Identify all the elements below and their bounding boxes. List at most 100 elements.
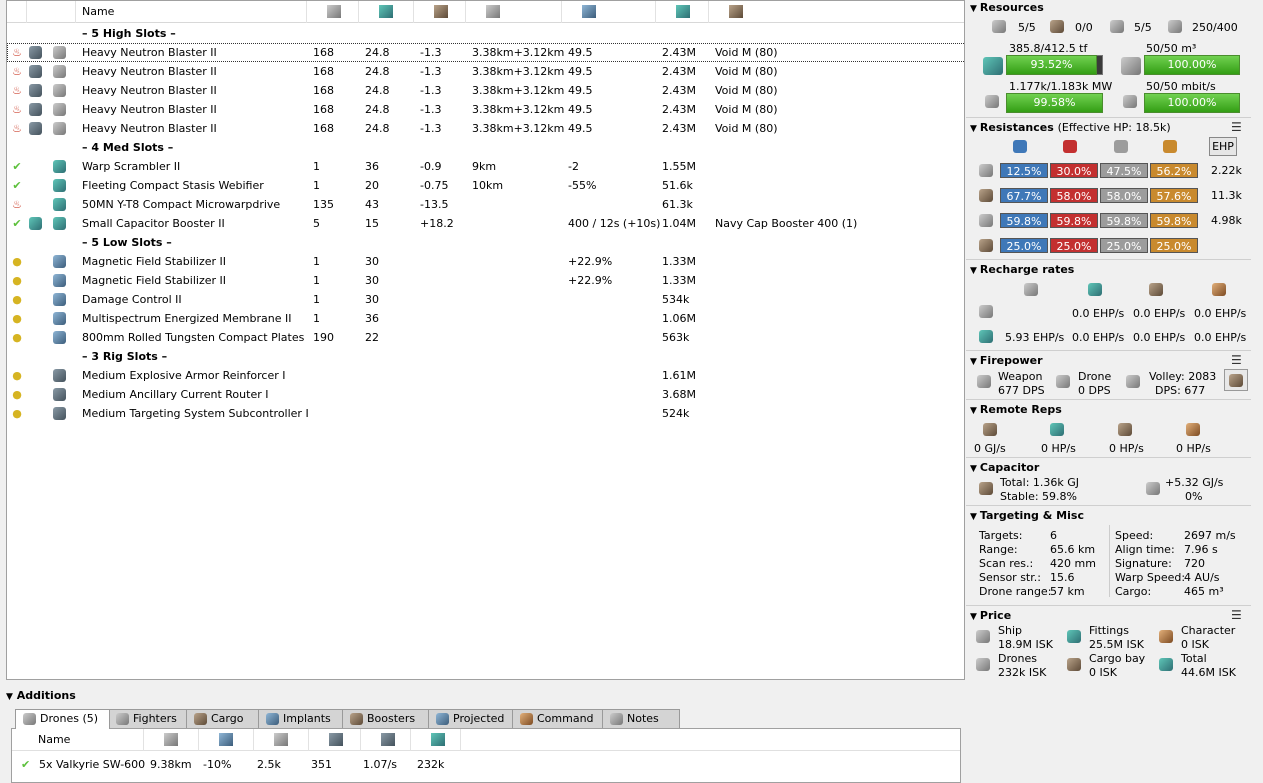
tab-command[interactable]: Command — [512, 709, 604, 728]
price-title: Price — [979, 609, 1012, 622]
module-icon — [53, 103, 66, 116]
online-circle-icon[interactable]: ● — [11, 293, 23, 306]
online-circle-icon[interactable]: ● — [11, 388, 23, 401]
firepower-menu-icon[interactable]: ☰ — [1231, 353, 1242, 367]
overheat-flame-icon[interactable]: ♨ — [11, 84, 23, 97]
drone-hp: 351 — [311, 758, 332, 771]
cpu-column-header[interactable] — [307, 1, 359, 23]
tab-label: Drones (5) — [40, 712, 99, 725]
firepower-header[interactable]: ▼ Firepower — [970, 354, 1043, 368]
powergrid-column-header[interactable] — [359, 1, 414, 23]
module-row[interactable]: ● Magnetic Field Stabilizer II 1 30 +22.9% 1.… — [7, 252, 964, 271]
charge-column-header[interactable] — [709, 1, 964, 23]
armor-transfer-icon — [1118, 423, 1132, 436]
state-column[interactable] — [7, 1, 27, 23]
module-icon — [53, 407, 66, 420]
module-row[interactable]: ♨ Heavy Neutron Blaster II 168 24.8 -1.3 3.38… — [7, 62, 964, 81]
tab-fighters[interactable]: Fighters — [108, 709, 188, 728]
recharge-header[interactable]: ▼ Recharge rates — [970, 263, 1074, 277]
remote-reps-header[interactable]: ▼ Remote Reps — [970, 403, 1062, 417]
tab-cargo[interactable]: Cargo — [186, 709, 260, 728]
high-slots-separator: – 5 High Slots – — [7, 24, 964, 43]
online-circle-icon[interactable]: ● — [11, 312, 23, 325]
drone-range-header[interactable] — [144, 729, 199, 751]
targeting-header[interactable]: ▼ Targeting & Misc — [970, 509, 1084, 523]
online-circle-icon[interactable]: ● — [11, 274, 23, 287]
online-circle-icon[interactable]: ● — [11, 407, 23, 420]
module-icon — [53, 65, 66, 78]
overheat-flame-icon[interactable]: ♨ — [11, 65, 23, 78]
name-column-header[interactable]: Name — [76, 1, 307, 23]
drone-speed-header[interactable] — [254, 729, 309, 751]
active-check-icon[interactable]: ✔ — [21, 758, 30, 771]
module-row[interactable]: ♨ Heavy Neutron Blaster II 168 24.8 -1.3 3.38… — [7, 119, 964, 138]
resistances-menu-icon[interactable]: ☰ — [1231, 120, 1242, 134]
powergrid-icon — [985, 95, 999, 108]
misc-column-header[interactable] — [562, 1, 656, 23]
range-column-header[interactable] — [466, 1, 562, 23]
module-row[interactable]: ✔ Warp Scrambler II 1 36 -0.9 9km -2 1.55M — [7, 157, 964, 176]
additions-header[interactable]: ▼ Additions — [6, 689, 76, 702]
module-pg: 30 — [365, 274, 379, 287]
overheat-flame-icon[interactable]: ♨ — [11, 46, 23, 59]
module-row[interactable]: ● 800mm Rolled Tungsten Compact Plates 190… — [7, 328, 964, 347]
resources-header[interactable]: ▼ Resources — [970, 1, 1044, 15]
bandwidth-pct: 100.00% — [1167, 96, 1217, 109]
module-row[interactable]: ● Magnetic Field Stabilizer II 1 30 +22.9% 1.… — [7, 271, 964, 290]
damage-pattern-button[interactable] — [1224, 369, 1248, 391]
drone-name-header[interactable]: Name — [32, 729, 144, 751]
ehp-toggle-button[interactable]: EHP — [1209, 137, 1237, 156]
module-row[interactable]: ● Damage Control II 1 30 534k — [7, 290, 964, 309]
module-row[interactable]: ✔ Fleeting Compact Stasis Webifier 1 20 -0.7… — [7, 176, 964, 195]
module-row[interactable]: ♨ Heavy Neutron Blaster II 168 24.8 -1.3 3.38… — [7, 81, 964, 100]
resistances-header[interactable]: ▼ Resistances (Effective HP: 18.5k) — [970, 121, 1171, 135]
price-column-header[interactable] — [656, 1, 709, 23]
drone-row[interactable]: ✔ 5x Valkyrie SW-600 9.38km -10% 2.5k 35… — [12, 755, 960, 774]
drone-price-header[interactable] — [411, 729, 461, 751]
drone-bay-text: 50/50 m³ — [1146, 42, 1197, 55]
icon-column[interactable] — [27, 1, 76, 23]
module-row[interactable]: ● Medium Targeting System Subcontroller I… — [7, 404, 964, 423]
price-menu-icon[interactable]: ☰ — [1231, 608, 1242, 622]
hp-value: 4.98k — [1211, 214, 1242, 227]
drone-rep-header[interactable] — [361, 729, 411, 751]
active-check-icon[interactable]: ✔ — [11, 179, 23, 192]
resist-value: 56.2% — [1150, 163, 1198, 178]
drone-hp-header[interactable] — [309, 729, 361, 751]
range-icon — [486, 5, 500, 18]
module-row[interactable]: ● Medium Explosive Armor Reinforcer I 1.61… — [7, 366, 964, 385]
overheat-flame-icon[interactable]: ♨ — [11, 122, 23, 135]
module-icon — [53, 369, 66, 382]
notes-icon — [610, 713, 623, 725]
module-pg: 24.8 — [365, 65, 390, 78]
price-header[interactable]: ▼ Price — [970, 609, 1011, 623]
module-row[interactable]: ● Medium Ancillary Current Router I 3.68M — [7, 385, 964, 404]
drone-tracking-header[interactable] — [199, 729, 254, 751]
tab-implants[interactable]: Implants — [258, 709, 344, 728]
module-name: Fleeting Compact Stasis Webifier — [82, 179, 264, 192]
module-row[interactable]: ♨ Heavy Neutron Blaster II 168 24.8 -1.3 3.38… — [7, 100, 964, 119]
overheat-flame-icon[interactable]: ♨ — [11, 198, 23, 211]
module-row[interactable]: ● Multispectrum Energized Membrane II 1 36 1… — [7, 309, 964, 328]
active-check-icon[interactable]: ✔ — [11, 217, 23, 230]
capacitor-header[interactable]: ▼ Capacitor — [970, 461, 1039, 475]
capacitor-delta: +5.32 GJ/s — [1165, 476, 1224, 489]
module-price: 563k — [662, 331, 690, 344]
module-icon — [53, 274, 66, 287]
ammo-icon — [729, 5, 743, 18]
module-row[interactable]: ♨ Heavy Neutron Blaster II 168 24.8 -1.3 3.38… — [7, 43, 964, 62]
module-row[interactable]: ✔ Small Capacitor Booster II 5 15 +18.2 400 /… — [7, 214, 964, 233]
tab-drones[interactable]: Drones (5) — [15, 709, 110, 729]
module-row[interactable]: ♨ 50MN Y-T8 Compact Microwarpdrive 135 43 -1… — [7, 195, 964, 214]
tab-projected[interactable]: Projected — [428, 709, 514, 728]
tab-boosters[interactable]: Boosters — [342, 709, 430, 728]
remote-rep-value: 0 HP/s — [1176, 442, 1211, 455]
capacitor-column-header[interactable] — [414, 1, 466, 23]
module-name: Heavy Neutron Blaster II — [82, 103, 217, 116]
active-check-icon[interactable]: ✔ — [11, 160, 23, 173]
online-circle-icon[interactable]: ● — [11, 255, 23, 268]
overheat-flame-icon[interactable]: ♨ — [11, 103, 23, 116]
online-circle-icon[interactable]: ● — [11, 331, 23, 344]
tab-notes[interactable]: Notes — [602, 709, 680, 728]
online-circle-icon[interactable]: ● — [11, 369, 23, 382]
